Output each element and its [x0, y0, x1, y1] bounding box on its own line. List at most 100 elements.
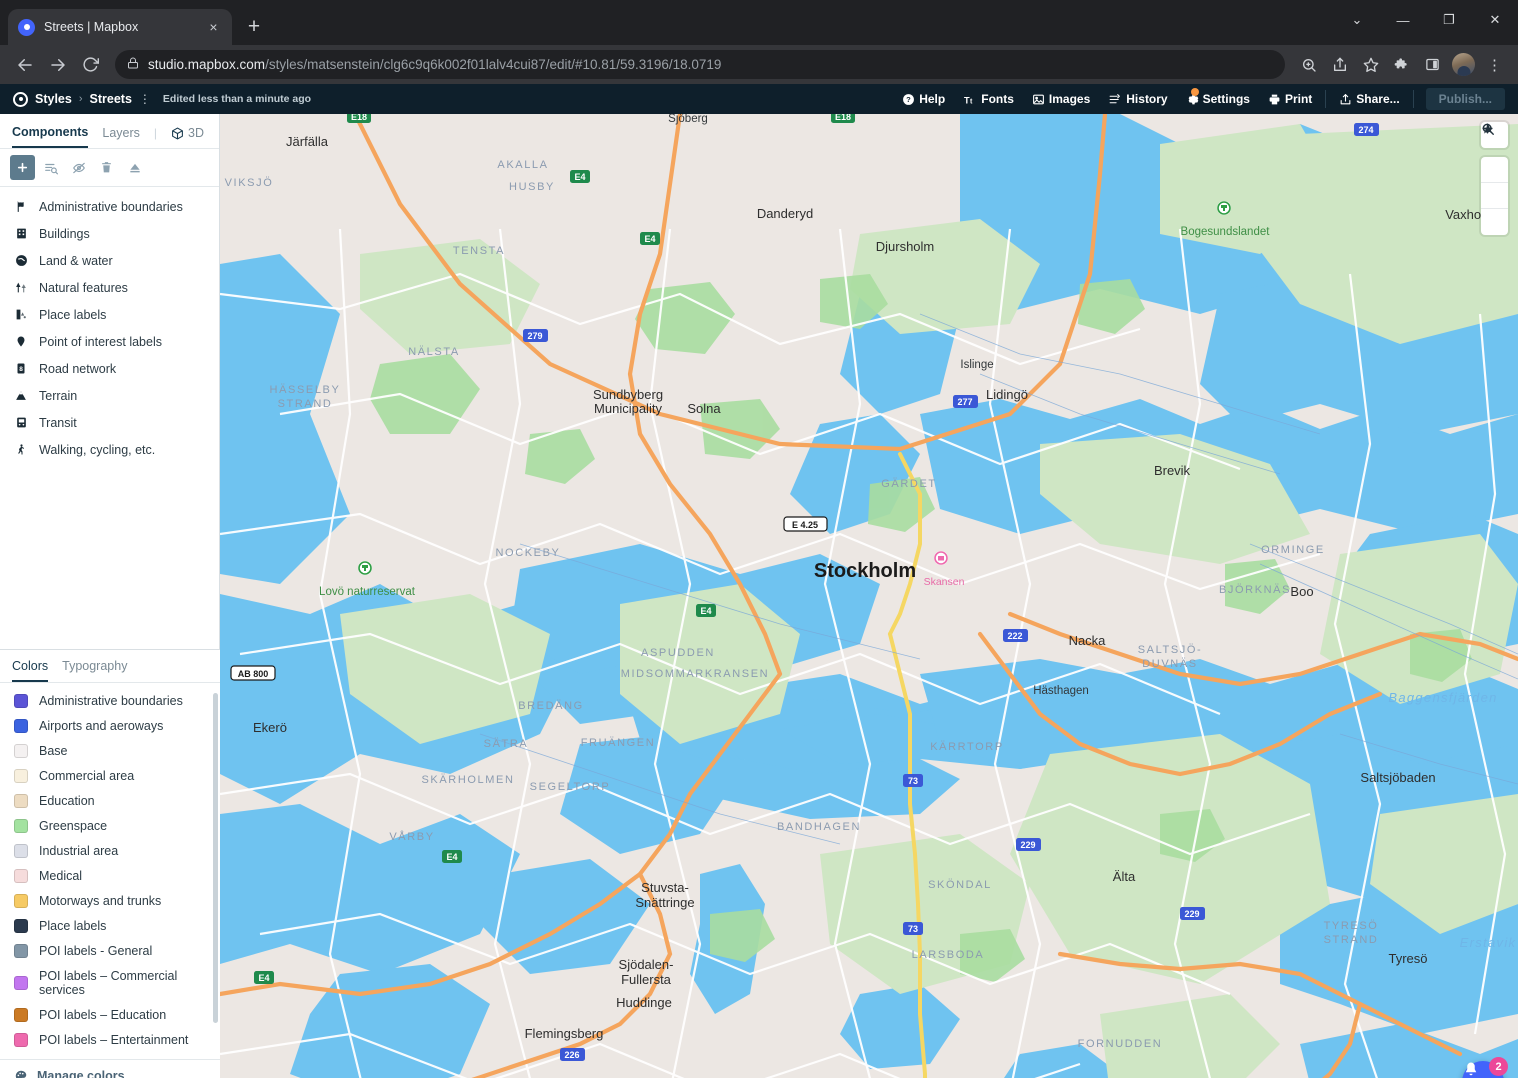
minimize-to-tray-chevron-icon[interactable]: ⌄ [1334, 0, 1380, 40]
component-label: Place labels [39, 307, 107, 322]
settings-button[interactable]: Settings [1177, 84, 1259, 114]
component-item-point-of-interest-labels[interactable]: Point of interest labels [0, 328, 219, 355]
close-window-icon[interactable]: ✕ [1472, 0, 1518, 40]
back-icon[interactable] [9, 49, 40, 80]
svg-text:222: 222 [1007, 631, 1022, 641]
color-item[interactable]: Greenspace [0, 813, 220, 838]
component-item-road-network[interactable]: 8 Road network [0, 355, 219, 382]
breadcrumb-current-style[interactable]: Streets [90, 92, 132, 106]
color-swatch [14, 868, 28, 883]
component-item-natural-features[interactable]: Natural features [0, 274, 219, 301]
map-label-solna: Solna [687, 401, 721, 416]
color-item[interactable]: POI labels - General [0, 938, 220, 963]
filter-layers-button[interactable] [38, 155, 63, 180]
forward-icon[interactable] [42, 49, 73, 80]
map-label-orminge: ORMINGE [1261, 544, 1325, 556]
zoom-out-button[interactable] [1481, 127, 1508, 209]
component-item-terrain[interactable]: Terrain [0, 382, 219, 409]
map-label-saltsjobaden: Saltsjöbaden [1360, 770, 1435, 785]
side-panel-icon[interactable] [1418, 50, 1447, 79]
colors-list-scrollbar[interactable] [213, 693, 218, 1023]
color-item[interactable]: Commercial area [0, 763, 220, 788]
color-item[interactable]: Base [0, 738, 220, 763]
breadcrumb-styles[interactable]: Styles [35, 92, 72, 106]
share-button[interactable]: Share... [1330, 84, 1408, 114]
component-item-transit[interactable]: Transit [0, 409, 219, 436]
color-label: Education [39, 793, 95, 808]
close-icon[interactable]: × [205, 19, 222, 36]
chrome-menu-icon[interactable]: ⋮ [1480, 50, 1509, 79]
color-label: POI labels – Commercial services [39, 968, 178, 997]
component-item-administrative-boundaries[interactable]: Administrative boundaries [0, 193, 219, 220]
zoom-in-button[interactable] [1481, 123, 1508, 183]
cube-icon [172, 127, 183, 139]
map-canvas[interactable]: E18 E18 E4 E4 279 274 277 E 4.25 E4 AB 8… [220, 114, 1518, 1078]
hide-layers-button[interactable] [66, 155, 91, 180]
color-label: Industrial area [39, 843, 119, 858]
shield-229: 229 [1016, 838, 1041, 851]
mapbox-logo-icon [18, 18, 35, 36]
manage-colors-button[interactable]: Manage colors [0, 1059, 220, 1078]
url-host: studio.mapbox.com [148, 57, 266, 72]
notification-button[interactable]: 2 [1462, 1057, 1508, 1078]
maximize-icon[interactable]: ❐ [1426, 0, 1472, 40]
print-button[interactable]: Print [1259, 84, 1321, 114]
palette-icon [15, 1070, 27, 1078]
extensions-puzzle-icon[interactable] [1387, 50, 1416, 79]
minimize-icon[interactable]: — [1380, 0, 1426, 40]
color-item[interactable]: POI labels – Education [0, 1002, 220, 1027]
color-item[interactable]: Industrial area [0, 838, 220, 863]
tab-layers[interactable]: Layers [102, 126, 140, 147]
tab-components[interactable]: Components [12, 125, 89, 148]
component-item-walking-cycling[interactable]: Walking, cycling, etc. [0, 436, 219, 463]
color-item[interactable]: POI labels – Commercial services [0, 963, 220, 1002]
component-item-land-and-water[interactable]: Land & water [0, 247, 219, 274]
bookmark-star-icon[interactable] [1356, 50, 1385, 79]
history-button[interactable]: History [1099, 84, 1176, 114]
map-label-stockholm: Stockholm [814, 560, 916, 582]
profile-avatar[interactable] [1449, 50, 1478, 79]
help-button[interactable]: ? Help [893, 84, 954, 114]
svg-text:?: ? [906, 95, 911, 104]
reload-icon[interactable] [75, 49, 106, 80]
color-swatch [14, 818, 28, 833]
shield-229: 229 [1180, 907, 1205, 920]
share-icon[interactable] [1325, 50, 1354, 79]
tab-typography[interactable]: Typography [62, 659, 127, 682]
shield-E4: E4 [640, 232, 660, 245]
component-label: Road network [39, 361, 117, 376]
component-item-buildings[interactable]: Buildings [0, 220, 219, 247]
export-button[interactable] [122, 155, 147, 180]
fonts-button[interactable]: Tt Fonts [954, 84, 1023, 114]
style-menu-kebab-icon[interactable]: ⋮ [139, 93, 151, 105]
images-button[interactable]: Images [1023, 84, 1099, 114]
help-label: Help [919, 92, 946, 106]
transit-icon [14, 416, 28, 429]
publish-button[interactable]: Publish... [1425, 88, 1505, 110]
component-label: Land & water [39, 253, 113, 268]
tab-colors[interactable]: Colors [12, 659, 49, 682]
compass-button[interactable] [1481, 123, 1508, 235]
page-zoom-icon[interactable] [1294, 50, 1323, 79]
color-item[interactable]: Airports and aeroways [0, 713, 220, 738]
color-label: Commercial area [39, 768, 135, 783]
component-item-place-labels[interactable]: Place labels [0, 301, 219, 328]
browser-tab[interactable]: Streets | Mapbox × [8, 9, 232, 45]
address-bar[interactable]: studio.mapbox.com/styles/matsenstein/clg… [115, 50, 1285, 79]
map-label-snattringe: Snättringe [635, 895, 694, 910]
color-label: POI labels – Entertainment [39, 1032, 189, 1047]
color-item[interactable]: Motorways and trunks [0, 888, 220, 913]
color-item[interactable]: Medical [0, 863, 220, 888]
share-upload-icon [1340, 93, 1351, 104]
new-tab-button[interactable]: + [239, 12, 269, 42]
delete-button[interactable] [94, 155, 119, 180]
color-item[interactable]: Education [0, 788, 220, 813]
color-item[interactable]: POI labels – Entertainment [0, 1027, 220, 1052]
color-item[interactable]: Place labels [0, 913, 220, 938]
tab-3d[interactable]: 3D [171, 126, 204, 147]
svg-text:E4: E4 [258, 973, 269, 983]
add-component-button[interactable] [10, 155, 35, 180]
map-label-brevik: Brevik [1154, 463, 1191, 478]
shield-226: 226 [560, 1048, 585, 1061]
color-item[interactable]: Administrative boundaries [0, 688, 220, 713]
